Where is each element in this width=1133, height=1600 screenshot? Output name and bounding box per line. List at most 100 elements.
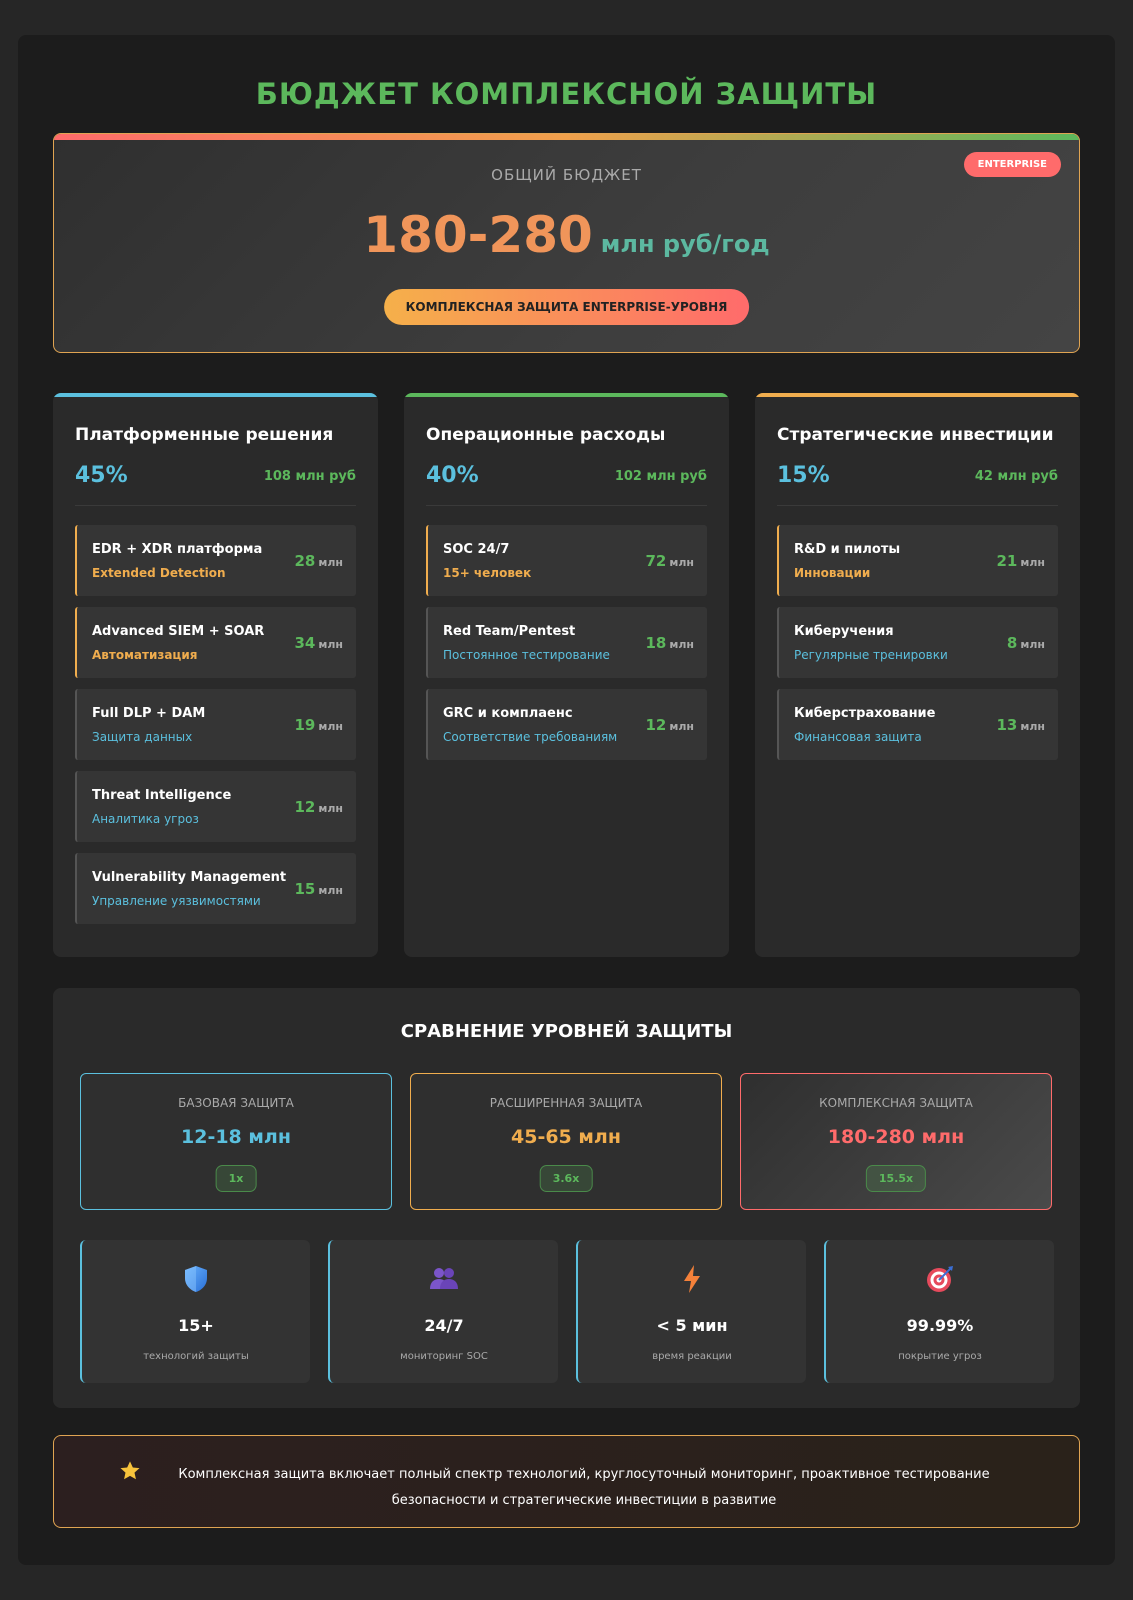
item-value: 19 млн <box>294 715 343 734</box>
level-value: 45-65 млн <box>511 1126 621 1148</box>
budget-item: Киберучения Регулярные тренировки 8 млн <box>777 607 1058 678</box>
item-value: 34 млн <box>294 633 343 652</box>
item-name: EDR + XDR платформа <box>92 542 263 557</box>
category-title: Стратегические инвестиции <box>777 425 1054 445</box>
level-multiplier: 1x <box>215 1165 257 1192</box>
star-icon <box>119 1460 141 1486</box>
budget-item: Full DLP + DAM Защита данных 19 млн <box>75 689 356 760</box>
item-desc: Extended Detection <box>92 566 226 580</box>
item-amount: 15 <box>294 880 316 898</box>
budget-item: GRC и комплаенс Соответствие требованиям… <box>426 689 707 760</box>
metric-card-response: < 5 мин время реакции <box>576 1240 806 1383</box>
level-name: КОМПЛЕКСНАЯ ЗАЩИТА <box>819 1096 973 1110</box>
metric-label: покрытие угроз <box>898 1351 982 1362</box>
metric-label: технологий защиты <box>143 1351 249 1362</box>
lightning-icon <box>578 1264 806 1294</box>
category-title: Платформенные решения <box>75 425 334 445</box>
budget-item: R&D и пилоты Инновации 21 млн <box>777 525 1058 596</box>
item-value: 72 млн <box>645 551 694 570</box>
item-desc: 15+ человек <box>443 566 532 580</box>
budget-item: SOC 24/7 15+ человек 72 млн <box>426 525 707 596</box>
metric-card-coverage: 99.99% покрытие угроз <box>824 1240 1054 1383</box>
item-desc: Аналитика угроз <box>92 812 199 826</box>
item-amount: 18 <box>645 634 667 652</box>
item-name: Advanced SIEM + SOAR <box>92 624 265 639</box>
level-multiplier: 3.6x <box>539 1165 593 1192</box>
divider <box>777 505 1058 506</box>
item-unit: млн <box>318 638 343 651</box>
category-card-strategic: Стратегические инвестиции 15% 42 млн руб… <box>755 393 1080 957</box>
category-title: Операционные расходы <box>426 425 666 445</box>
item-name: GRC и комплаенс <box>443 706 573 721</box>
item-desc: Соответствие требованиям <box>443 730 618 744</box>
item-name: Full DLP + DAM <box>92 706 206 721</box>
budget-dashboard: БЮДЖЕТ КОМПЛЕКСНОЙ ЗАЩИТЫ ОБЩИЙ БЮДЖЕТ E… <box>18 35 1115 1565</box>
item-desc: Управление уязвимостями <box>92 894 261 908</box>
item-amount: 21 <box>996 552 1018 570</box>
metric-label: время реакции <box>652 1351 732 1362</box>
level-name: РАСШИРЕННАЯ ЗАЩИТА <box>489 1096 643 1110</box>
item-desc: Постоянное тестирование <box>443 648 610 662</box>
item-amount: 72 <box>645 552 667 570</box>
metric-value: 15+ <box>178 1316 214 1335</box>
metric-card-technologies: 15+ технологий защиты <box>80 1240 310 1383</box>
budget-item: Threat Intelligence Аналитика угроз 12 мл… <box>75 771 356 842</box>
level-name: БАЗОВАЯ ЗАЩИТА <box>178 1096 294 1110</box>
level-value: 180-280 млн <box>827 1126 965 1148</box>
category-sum: 102 млн руб <box>614 469 707 484</box>
item-amount: 8 <box>1006 634 1018 652</box>
team-icon <box>330 1264 558 1294</box>
summary-note: Комплексная защита включает полный спект… <box>53 1435 1080 1528</box>
item-desc: Защита данных <box>92 730 193 744</box>
category-card-operational: Операционные расходы 40% 102 млн руб SOC… <box>404 393 729 957</box>
item-name: Red Team/Pentest <box>443 624 576 639</box>
divider <box>426 505 707 506</box>
enterprise-badge: ENTERPRISE <box>963 152 1061 177</box>
item-value: 12 млн <box>294 797 343 816</box>
protection-comparison-section: СРАВНЕНИЕ УРОВНЕЙ ЗАЩИТЫ БАЗОВАЯ ЗАЩИТА … <box>53 988 1080 1408</box>
item-value: 28 млн <box>294 551 343 570</box>
category-sum: 42 млн руб <box>974 469 1058 484</box>
item-desc: Регулярные тренировки <box>794 648 948 662</box>
target-icon <box>826 1264 1054 1294</box>
item-unit: млн <box>1020 556 1045 569</box>
item-name: Киберстрахование <box>794 706 936 721</box>
item-name: SOC 24/7 <box>443 542 510 557</box>
item-desc: Инновации <box>794 566 871 580</box>
total-unit: млн руб/год <box>600 230 770 258</box>
item-amount: 34 <box>294 634 316 652</box>
budget-item: Vulnerability Management Управление уязв… <box>75 853 356 924</box>
item-value: 18 млн <box>645 633 694 652</box>
level-multiplier: 15.5x <box>865 1165 927 1192</box>
category-accent-bar <box>755 393 1080 397</box>
item-amount: 12 <box>645 716 667 734</box>
category-percent: 40% <box>426 463 479 488</box>
item-value: 15 млн <box>294 879 343 898</box>
item-amount: 12 <box>294 798 316 816</box>
item-desc: Финансовая защита <box>794 730 922 744</box>
item-unit: млн <box>318 884 343 897</box>
item-unit: млн <box>669 556 694 569</box>
shield-icon <box>82 1264 310 1294</box>
level-value: 12-18 млн <box>181 1126 291 1148</box>
level-card-advanced: РАСШИРЕННАЯ ЗАЩИТА 45-65 млн 3.6x <box>410 1073 722 1210</box>
metric-value: 99.99% <box>906 1316 974 1335</box>
item-name: R&D и пилоты <box>794 542 901 557</box>
gradient-top-bar <box>54 134 1079 140</box>
item-value: 8 млн <box>1007 633 1045 652</box>
total-budget-label: ОБЩИЙ БЮДЖЕТ <box>491 166 642 184</box>
category-accent-bar <box>53 393 378 397</box>
budget-item: EDR + XDR платформа Extended Detection 2… <box>75 525 356 596</box>
category-percent: 15% <box>777 463 830 488</box>
total-budget-card: ОБЩИЙ БЮДЖЕТ ENTERPRISE 180-280 млн руб/г… <box>53 133 1080 353</box>
item-unit: млн <box>1020 638 1045 651</box>
enterprise-level-pill: КОМПЛЕКСНАЯ ЗАЩИТА ENTERPRISE-УРОВНЯ <box>383 289 750 325</box>
metric-value: < 5 мин <box>656 1316 728 1335</box>
item-amount: 13 <box>996 716 1018 734</box>
budget-item: Red Team/Pentest Постоянное тестирование… <box>426 607 707 678</box>
budget-item: Advanced SIEM + SOAR Автоматизация 34 млн <box>75 607 356 678</box>
summary-text: Комплексная защита включает полный спект… <box>178 1467 990 1508</box>
item-amount: 28 <box>294 552 316 570</box>
item-value: 12 млн <box>645 715 694 734</box>
category-sum: 108 млн руб <box>263 469 356 484</box>
